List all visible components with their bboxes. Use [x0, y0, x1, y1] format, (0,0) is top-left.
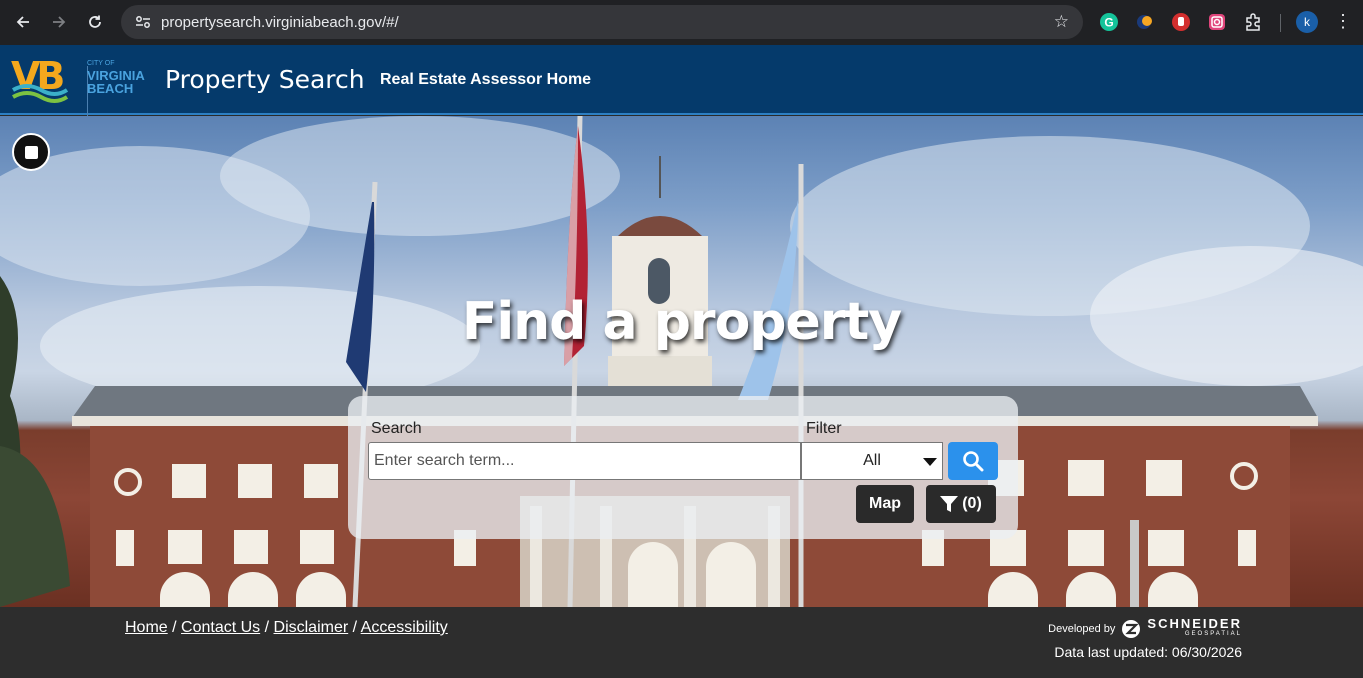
- filter-selected-value: All: [863, 452, 881, 469]
- data-last-updated: Data last updated: 06/30/2026: [1054, 644, 1242, 660]
- link-separator: /: [348, 619, 361, 636]
- disclaimer-link[interactable]: Disclaimer: [274, 619, 349, 636]
- address-bar[interactable]: propertysearch.virginiabeach.gov/#/ ☆: [121, 5, 1083, 39]
- schneider-logo-icon: [1122, 620, 1141, 638]
- advanced-filter-button[interactable]: (0): [926, 485, 996, 523]
- profile-avatar[interactable]: k: [1296, 11, 1318, 33]
- extension-hand-icon[interactable]: [1170, 11, 1192, 33]
- funnel-icon: [940, 496, 959, 512]
- filter-label: Filter: [806, 420, 842, 437]
- search-input[interactable]: [368, 442, 801, 480]
- assessor-home-link[interactable]: Real Estate Assessor Home: [380, 71, 591, 89]
- forward-icon[interactable]: [41, 4, 77, 40]
- pause-slideshow-button[interactable]: [12, 133, 50, 171]
- hero-title: Find a property: [461, 292, 902, 352]
- search-panel: Search Filter All Map (0): [348, 396, 1018, 539]
- svg-text:G: G: [1104, 16, 1113, 30]
- site-info-icon[interactable]: [129, 15, 157, 29]
- back-icon[interactable]: [5, 4, 41, 40]
- logo-city-name-2: BEACH: [87, 81, 134, 96]
- contact-us-link[interactable]: Contact Us: [181, 619, 260, 636]
- filter-count: (0): [962, 495, 982, 512]
- stop-icon: [24, 145, 38, 159]
- brand-name: SCHNEIDER: [1147, 616, 1242, 631]
- bookmark-star-icon[interactable]: ☆: [1054, 12, 1069, 32]
- accessibility-link[interactable]: Accessibility: [361, 619, 448, 636]
- link-separator: /: [167, 619, 182, 636]
- logo-city-of: CITY OF: [87, 60, 115, 67]
- extension-camera-icon[interactable]: [1206, 11, 1228, 33]
- caret-down-icon: [923, 458, 937, 466]
- grammarly-extension-icon[interactable]: G: [1098, 11, 1120, 33]
- search-button[interactable]: [948, 442, 998, 480]
- toolbar-divider: [1280, 14, 1281, 32]
- link-separator: /: [260, 619, 274, 636]
- site-footer: Home / Contact Us / Disclaimer / Accessi…: [0, 607, 1363, 678]
- url-text[interactable]: propertysearch.virginiabeach.gov/#/: [161, 14, 399, 31]
- search-icon: [963, 451, 984, 472]
- hero-banner: Find a property Search Filter All Map (0…: [0, 116, 1363, 607]
- virginia-beach-logo[interactable]: VB CITY OF VIRGINIA BEACH: [10, 54, 150, 118]
- map-button[interactable]: Map: [856, 485, 914, 523]
- site-title: Property Search: [165, 65, 365, 94]
- developed-by-text: Developed by: [1048, 623, 1116, 635]
- site-header: VB CITY OF VIRGINIA BEACH Property Searc…: [0, 45, 1363, 118]
- home-link[interactable]: Home: [125, 619, 168, 636]
- footer-links: Home / Contact Us / Disclaimer / Accessi…: [125, 619, 448, 637]
- browser-toolbar: propertysearch.virginiabeach.gov/#/ ☆ G …: [0, 0, 1363, 45]
- reload-icon[interactable]: [77, 4, 113, 40]
- extension-orange-icon[interactable]: [1134, 11, 1156, 33]
- developer-credit: Developed by SCHNEIDER GEOSPATIAL: [1048, 616, 1242, 640]
- search-label: Search: [371, 420, 422, 437]
- browser-menu-icon[interactable]: ⋮: [1334, 10, 1352, 32]
- svg-text:VB: VB: [11, 56, 63, 98]
- schneider-brand: SCHNEIDER GEOSPATIAL: [1147, 616, 1242, 640]
- filter-select[interactable]: All: [801, 442, 943, 480]
- extensions-puzzle-icon[interactable]: [1242, 11, 1264, 33]
- brand-sub: GEOSPATIAL: [1184, 631, 1242, 637]
